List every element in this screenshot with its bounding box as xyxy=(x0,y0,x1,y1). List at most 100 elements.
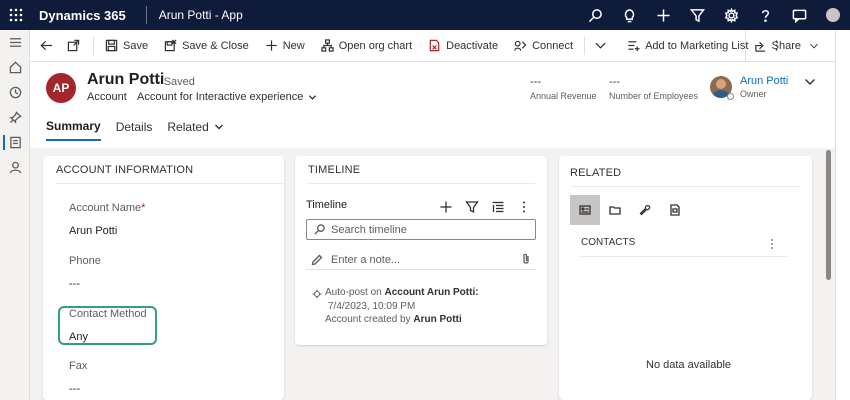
enter-note-input[interactable]: Enter a note... xyxy=(306,250,536,270)
app-name[interactable]: Arun Potti - App xyxy=(159,8,243,22)
related-document-icon[interactable] xyxy=(660,195,690,225)
phone-input[interactable]: --- xyxy=(69,278,80,290)
empty-state-text: No data available xyxy=(646,359,732,371)
recent-icon[interactable] xyxy=(0,80,30,105)
account-name-label: Account Name* xyxy=(69,202,146,214)
search-icon xyxy=(314,224,325,235)
auto-post-icon xyxy=(312,288,322,299)
accounts-icon[interactable] xyxy=(0,130,30,155)
filter-icon[interactable] xyxy=(465,200,479,214)
annual-revenue-field[interactable]: --- Annual Revenue xyxy=(530,76,597,101)
chevron-down-icon xyxy=(595,42,606,49)
owner-name-link[interactable]: Arun Potti xyxy=(740,75,788,87)
open-org-chart-button[interactable]: Open org chart xyxy=(313,30,420,62)
hamburger-icon[interactable] xyxy=(0,30,30,55)
pencil-icon xyxy=(311,254,323,265)
save-status: - Saved xyxy=(157,76,195,88)
deactivate-icon xyxy=(429,39,440,52)
note-placeholder: Enter a note... xyxy=(331,253,401,266)
user-avatar[interactable] xyxy=(816,0,850,30)
page-scrollbar[interactable] xyxy=(826,150,831,280)
chat-icon[interactable] xyxy=(782,0,816,30)
presence-status-icon xyxy=(727,93,734,100)
section-divider xyxy=(307,183,535,184)
record-header: AP Arun Potti - Saved Account Account fo… xyxy=(30,62,835,148)
timeline-entry-date: 7/4/2023, 10:09 PM xyxy=(328,301,416,312)
account-name-input[interactable]: Arun Potti xyxy=(69,225,117,237)
subgrid-divider xyxy=(579,256,788,257)
related-wrench-icon[interactable] xyxy=(630,195,660,225)
search-icon[interactable] xyxy=(578,0,612,30)
share-icon xyxy=(754,41,765,52)
save-close-icon xyxy=(164,39,177,52)
add-timeline-icon[interactable] xyxy=(439,200,453,214)
phone-label: Phone xyxy=(69,255,101,267)
app-launcher-icon[interactable] xyxy=(0,0,32,30)
connect-dropdown-button[interactable] xyxy=(588,30,619,62)
number-of-employees-field[interactable]: --- Number of Employees xyxy=(609,76,698,101)
new-button[interactable]: New xyxy=(257,30,313,62)
org-chart-icon xyxy=(321,39,334,52)
lightbulb-icon[interactable] xyxy=(612,0,646,30)
save-button[interactable]: Save xyxy=(97,30,156,62)
side-pane-edge xyxy=(835,30,850,400)
chevron-down-icon xyxy=(309,94,317,100)
add-to-marketing-list-button[interactable]: Add to Marketing List xyxy=(619,30,756,62)
open-new-window-button[interactable] xyxy=(60,30,90,62)
required-marker: * xyxy=(141,202,146,214)
chevron-down-icon xyxy=(214,124,223,130)
chevron-down-icon xyxy=(810,43,818,49)
timeline-entry-header[interactable]: Auto-post on Account Arun Potti: xyxy=(325,287,479,298)
record-avatar: AP xyxy=(46,73,76,103)
command-bar: Save Save & Close New Open org chart Dea… xyxy=(30,30,850,62)
record-name: Arun Potti xyxy=(87,71,165,88)
tab-related[interactable]: Related xyxy=(167,119,223,141)
deactivate-button[interactable]: Deactivate xyxy=(420,30,506,62)
related-contacts-tab[interactable] xyxy=(570,195,600,225)
header-expand-button[interactable] xyxy=(804,76,816,88)
form-selector[interactable]: Account for Interactive experience xyxy=(137,91,317,103)
contacts-icon[interactable] xyxy=(0,155,30,180)
brand-title[interactable]: Dynamics 365 xyxy=(39,8,126,23)
timeline-search-input[interactable]: Search timeline xyxy=(306,219,536,240)
attachment-icon[interactable] xyxy=(520,253,532,268)
sort-list-icon[interactable] xyxy=(491,200,505,214)
left-navigation-rail xyxy=(0,30,30,400)
tab-summary[interactable]: Summary xyxy=(46,119,101,141)
filter-icon[interactable] xyxy=(680,0,714,30)
marketing-list-icon xyxy=(628,41,640,52)
form-selector-label: Account for Interactive experience xyxy=(137,91,304,103)
gear-icon[interactable] xyxy=(714,0,748,30)
brand-divider xyxy=(145,6,147,24)
owner-label: Owner xyxy=(740,89,767,99)
top-navigation-bar: Dynamics 365 Arun Potti - App xyxy=(0,0,850,30)
command-separator xyxy=(93,36,94,55)
pin-icon[interactable] xyxy=(0,105,30,130)
contact-method-highlight xyxy=(58,306,157,345)
fax-input[interactable]: --- xyxy=(69,383,80,395)
section-divider xyxy=(571,186,800,187)
home-icon[interactable] xyxy=(0,55,30,80)
share-button[interactable]: Share xyxy=(744,30,824,62)
section-divider xyxy=(55,183,284,184)
more-vertical-icon[interactable] xyxy=(766,238,778,250)
help-icon[interactable] xyxy=(748,0,782,30)
contacts-subgrid-title: CONTACTS xyxy=(581,237,636,248)
save-and-close-button[interactable]: Save & Close xyxy=(156,30,257,62)
save-icon xyxy=(105,39,118,52)
section-title: RELATED xyxy=(570,167,622,179)
back-button[interactable] xyxy=(30,30,60,62)
plus-icon xyxy=(266,40,277,51)
related-folder-icon[interactable] xyxy=(600,195,630,225)
timeline-label: Timeline xyxy=(306,199,348,211)
section-title: TIMELINE xyxy=(308,164,361,176)
entity-name: Account xyxy=(87,91,127,103)
connect-icon xyxy=(514,40,527,51)
timeline-search-placeholder: Search timeline xyxy=(331,223,407,236)
connect-button[interactable]: Connect xyxy=(506,30,581,62)
section-title: ACCOUNT INFORMATION xyxy=(56,164,194,176)
tab-details[interactable]: Details xyxy=(116,119,153,141)
fax-label: Fax xyxy=(69,360,88,372)
plus-icon[interactable] xyxy=(646,0,680,30)
more-vertical-icon[interactable] xyxy=(517,200,531,214)
